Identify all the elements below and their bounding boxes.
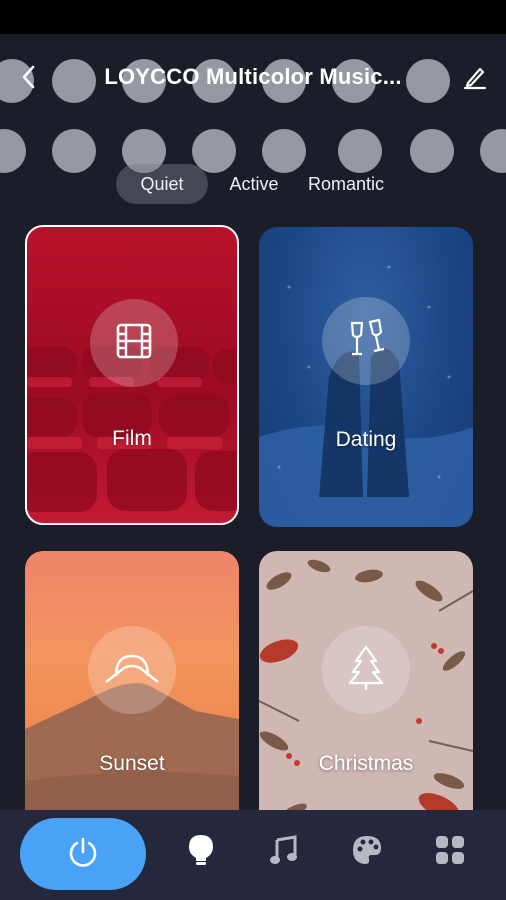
app-screen: LOYCCO Multicolor Music... Quiet Active … [0, 34, 506, 900]
page-title: LOYCCO Multicolor Music... [104, 64, 402, 89]
champagne-glasses-icon [344, 317, 388, 366]
grid-icon [435, 835, 465, 870]
film-icon [114, 321, 154, 366]
christmas-icon-circle [322, 626, 410, 714]
edit-button[interactable] [458, 62, 492, 96]
nav-more[interactable] [430, 832, 470, 872]
palette-icon [351, 834, 383, 871]
header-bar: LOYCCO Multicolor Music... [0, 58, 506, 98]
chevron-left-icon [18, 64, 40, 95]
bottom-navigation [0, 810, 506, 900]
nav-scenes[interactable] [181, 832, 221, 872]
scene-card-dating[interactable]: Dating [259, 227, 473, 527]
bulb-icon [186, 833, 216, 872]
scene-label-christmas: Christmas [318, 752, 414, 775]
scene-label-dating: Dating [335, 428, 397, 451]
film-icon-circle [90, 299, 178, 387]
tab-quiet[interactable]: Quiet [116, 164, 208, 204]
scene-category-tabs: Quiet Active Romantic [0, 164, 506, 204]
nav-color[interactable] [347, 832, 387, 872]
sunset-icon-circle [88, 626, 176, 714]
back-button[interactable] [12, 62, 46, 96]
power-icon [66, 835, 100, 874]
pencil-icon [462, 64, 488, 95]
tab-romantic[interactable]: Romantic [298, 164, 394, 204]
champagne-icon-circle [322, 297, 410, 385]
scene-card-sunset[interactable]: Sunset [25, 551, 239, 851]
nav-music[interactable] [264, 832, 304, 872]
tab-active[interactable]: Active [220, 164, 288, 204]
scene-label-film: Film [112, 427, 152, 450]
power-button[interactable] [20, 818, 146, 890]
scene-card-christmas[interactable]: Christmas [259, 551, 473, 851]
scene-card-film[interactable]: Film [25, 225, 239, 525]
christmas-tree-icon [344, 643, 388, 698]
scene-label-sunset: Sunset [99, 752, 165, 775]
sunset-icon [102, 646, 162, 695]
music-note-icon [269, 834, 299, 871]
status-bar [0, 0, 506, 34]
